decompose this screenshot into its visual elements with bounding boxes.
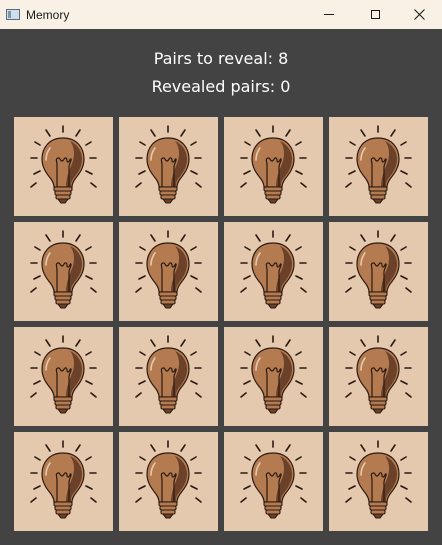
lightbulb-icon	[30, 125, 97, 204]
revealed-pairs-label: Revealed pairs: 0	[151, 77, 291, 96]
memory-card[interactable]	[329, 222, 428, 321]
memory-card[interactable]	[119, 117, 218, 216]
pairs-to-reveal-label: Pairs to reveal: 8	[153, 49, 289, 68]
close-icon	[413, 9, 425, 20]
lightbulb-icon	[345, 335, 412, 414]
lightbulb-icon	[30, 230, 97, 309]
lightbulb-icon	[240, 440, 307, 519]
memory-window: Memory Pairs to reveal: 8 Revealed pairs…	[0, 0, 442, 545]
memory-card[interactable]	[14, 222, 113, 321]
close-button[interactable]	[396, 0, 442, 29]
memory-card[interactable]	[14, 432, 113, 531]
memory-card[interactable]	[119, 432, 218, 531]
minimize-button[interactable]	[306, 0, 352, 29]
memory-card[interactable]	[14, 117, 113, 216]
lightbulb-icon	[30, 335, 97, 414]
lightbulb-icon	[135, 125, 202, 204]
lightbulb-icon	[345, 230, 412, 309]
app-window-icon	[6, 9, 20, 20]
maximize-icon	[370, 10, 380, 19]
lightbulb-icon	[345, 125, 412, 204]
memory-card[interactable]	[224, 117, 323, 216]
memory-card[interactable]	[224, 327, 323, 426]
minimize-icon	[324, 14, 334, 15]
title-bar: Memory	[0, 0, 442, 29]
lightbulb-icon	[345, 440, 412, 519]
lightbulb-icon	[240, 125, 307, 204]
window-title: Memory	[26, 7, 70, 22]
memory-card[interactable]	[14, 327, 113, 426]
maximize-button[interactable]	[352, 0, 398, 29]
lightbulb-icon	[30, 440, 97, 519]
lightbulb-icon	[240, 230, 307, 309]
memory-card[interactable]	[224, 222, 323, 321]
memory-card[interactable]	[224, 432, 323, 531]
lightbulb-icon	[135, 230, 202, 309]
lightbulb-icon	[240, 335, 307, 414]
card-grid	[14, 117, 428, 531]
memory-card[interactable]	[329, 117, 428, 216]
memory-card[interactable]	[329, 327, 428, 426]
memory-card[interactable]	[329, 432, 428, 531]
memory-card[interactable]	[119, 327, 218, 426]
memory-card[interactable]	[119, 222, 218, 321]
lightbulb-icon	[135, 335, 202, 414]
lightbulb-icon	[135, 440, 202, 519]
